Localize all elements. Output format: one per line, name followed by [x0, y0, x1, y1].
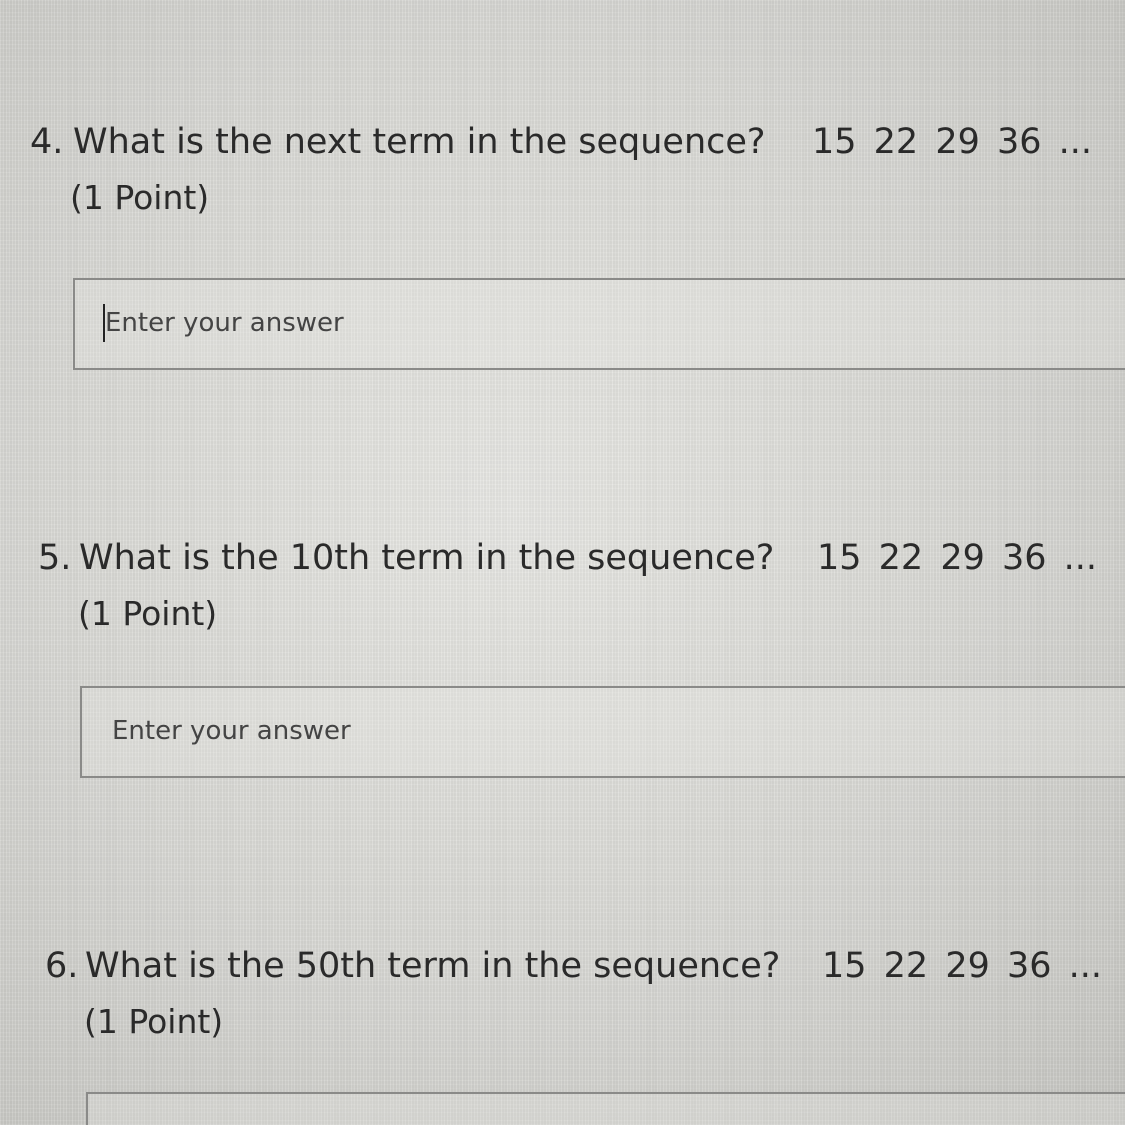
- question-sequence: 15 22 29 36 ...: [817, 538, 1098, 578]
- question-points: (1 Point): [78, 594, 218, 633]
- answer-input-question-6[interactable]: [86, 1092, 1125, 1125]
- question-text: What is the next term in the sequence?: [73, 122, 766, 162]
- answer-input-question-5[interactable]: Enter your answer: [80, 686, 1125, 778]
- question-sequence: 15 22 29 36 ...: [822, 946, 1103, 986]
- question-text: What is the 50th term in the sequence?: [85, 946, 781, 986]
- question-number: 5.: [38, 538, 72, 578]
- answer-placeholder: Enter your answer: [105, 308, 344, 338]
- question-points: (1 Point): [70, 178, 210, 217]
- answer-placeholder: Enter your answer: [112, 716, 351, 746]
- question-number: 6.: [45, 946, 79, 986]
- question-text: What is the 10th term in the sequence?: [79, 538, 775, 578]
- question-points: (1 Point): [84, 1002, 224, 1041]
- answer-input-question-4[interactable]: Enter your answer: [73, 278, 1125, 370]
- question-sequence: 15 22 29 36 ...: [812, 122, 1093, 162]
- question-number: 4.: [30, 122, 64, 162]
